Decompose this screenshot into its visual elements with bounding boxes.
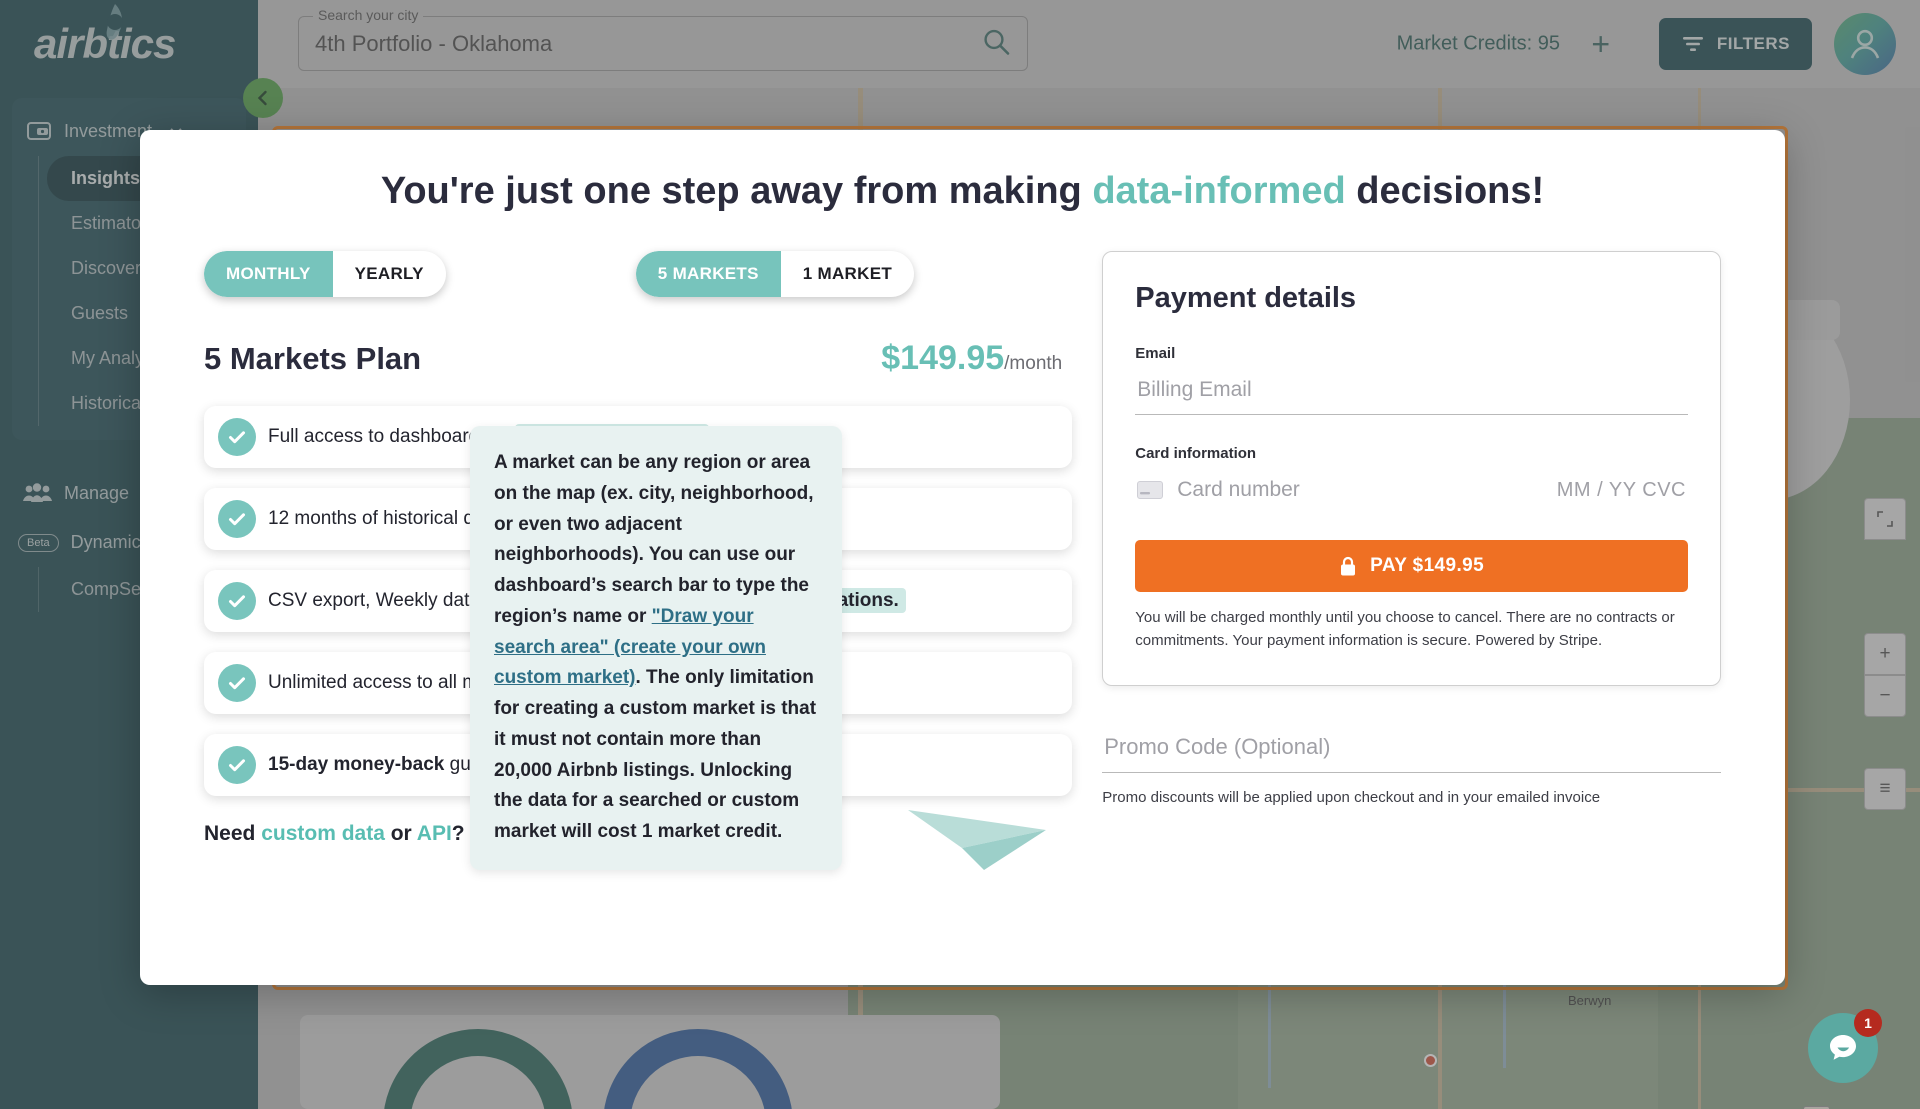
pay-button-label: PAY $149.95 xyxy=(1370,555,1485,576)
check-circle-icon xyxy=(218,664,256,702)
market-definition-tooltip: A market can be any region or area on th… xyxy=(470,426,842,870)
api-link[interactable]: API xyxy=(417,822,452,845)
check-circle-icon xyxy=(218,582,256,620)
email-label: Email xyxy=(1135,345,1176,362)
modal-title-part2: decisions! xyxy=(1345,170,1545,212)
promo-code-section: Promo Code (Optional) Promo discounts wi… xyxy=(1102,730,1721,806)
payment-column: Payment details Email Billing Email Card… xyxy=(1102,251,1721,846)
markets-count-toggle[interactable]: 5 MARKETS 1 MARKET xyxy=(635,251,915,297)
credit-card-icon xyxy=(1137,481,1164,499)
plan-price: $149.95 xyxy=(881,339,1005,377)
email-field-placeholder: Billing Email xyxy=(1137,378,1252,401)
markets-option-5[interactable]: 5 MARKETS xyxy=(635,251,781,297)
billing-option-yearly[interactable]: YEARLY xyxy=(333,251,446,297)
modal-title: You're just one step away from making da… xyxy=(140,170,1785,213)
pay-button[interactable]: PAY $149.95 xyxy=(1135,540,1688,592)
tooltip-text-2: . The only limitation for creating a cus… xyxy=(494,667,817,843)
modal-title-part1: You're just one step away from making xyxy=(380,170,1093,212)
payment-details-title: Payment details xyxy=(1135,282,1357,314)
sales-cta-middle: or xyxy=(384,822,417,845)
plan-period: /month xyxy=(1004,353,1063,374)
toggle-row: MONTHLY YEARLY 5 MARKETS 1 MARKET xyxy=(204,251,1072,297)
check-circle-icon xyxy=(218,500,256,538)
email-field[interactable]: Billing Email xyxy=(1135,372,1688,415)
custom-data-link[interactable]: custom data xyxy=(261,822,385,845)
subscription-modal: You're just one step away from making da… xyxy=(140,130,1785,985)
tooltip-text-1: A market can be any region or area on th… xyxy=(494,452,814,627)
paper-plane-icon xyxy=(908,810,1047,870)
promo-code-note: Promo discounts will be applied upon che… xyxy=(1102,788,1601,806)
feature-text-bold: 15-day money-back xyxy=(268,754,445,776)
check-circle-icon xyxy=(218,746,256,784)
payment-disclaimer: You will be charged monthly until you ch… xyxy=(1135,609,1675,650)
markets-option-1[interactable]: 1 MARKET xyxy=(781,251,914,297)
card-number-placeholder: Card number xyxy=(1177,478,1300,501)
billing-period-toggle[interactable]: MONTHLY YEARLY xyxy=(204,251,446,297)
promo-code-placeholder: Promo Code (Optional) xyxy=(1104,733,1331,759)
card-field[interactable]: Card number MM / YY CVC xyxy=(1135,472,1688,504)
card-expiry-cvc-placeholder: MM / YY CVC xyxy=(1556,478,1686,501)
modal-title-accent: data-informed xyxy=(1092,170,1346,212)
check-circle-icon xyxy=(218,418,256,456)
sales-cta-prefix: Need xyxy=(204,822,262,845)
chat-bubble-icon xyxy=(1830,1035,1856,1060)
plan-name: 5 Markets Plan xyxy=(204,341,422,376)
chat-unread-badge: 1 xyxy=(1854,1009,1882,1037)
plan-summary: 5 Markets Plan $149.95/month xyxy=(204,339,1072,378)
lock-icon xyxy=(1341,556,1356,575)
card-information-label: Card information xyxy=(1135,445,1257,462)
promo-code-field[interactable]: Promo Code (Optional) xyxy=(1102,730,1721,773)
billing-option-monthly[interactable]: MONTHLY xyxy=(204,251,333,297)
chat-widget-button[interactable]: 1 xyxy=(1808,1009,1882,1083)
payment-details-panel: Payment details Email Billing Email Card… xyxy=(1102,251,1721,686)
